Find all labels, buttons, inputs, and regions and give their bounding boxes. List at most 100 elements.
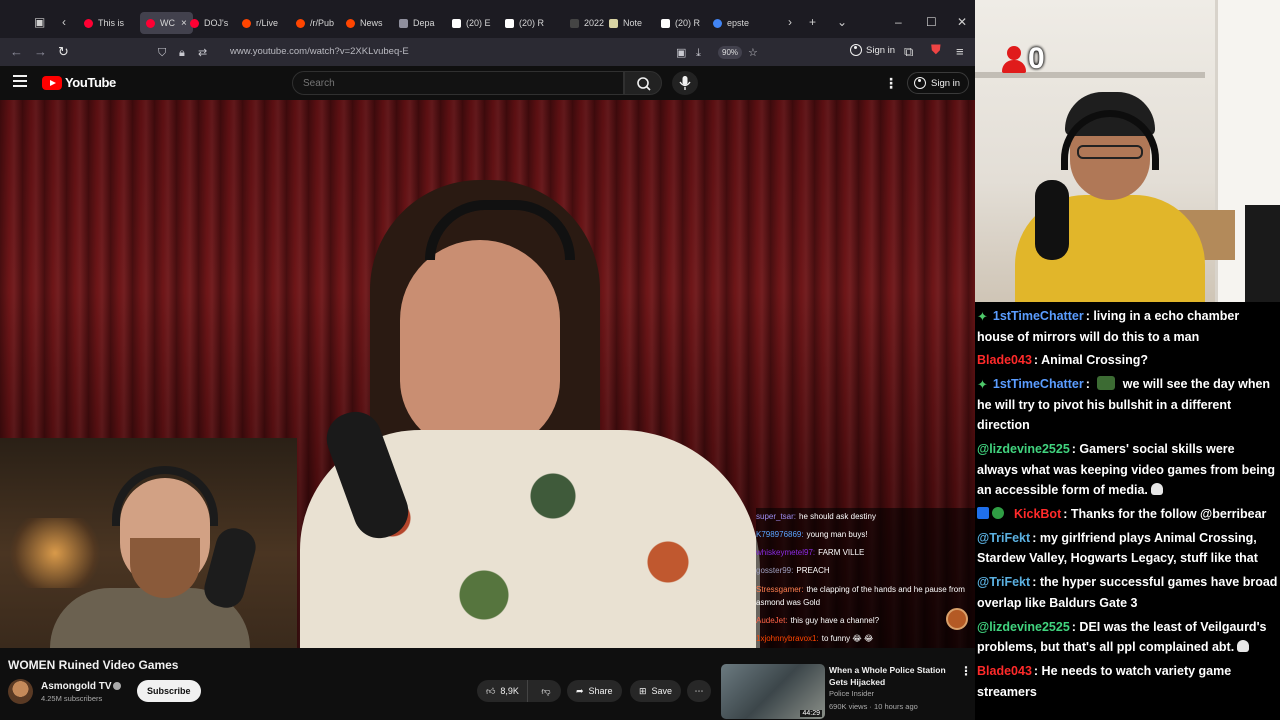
save-icon: ⊞: [639, 686, 647, 696]
scroll-tabs-left-icon[interactable]: ‹: [62, 14, 66, 30]
chat-username[interactable]: KickBot: [1014, 507, 1061, 521]
search-button[interactable]: [624, 71, 662, 95]
recommended-video-channel[interactable]: Police Insider: [829, 689, 874, 698]
x-icon: [661, 18, 670, 28]
browser-tab-label: /r/Pub: [310, 18, 335, 28]
chat-username[interactable]: 1stTimeChatter: [993, 309, 1084, 323]
ublock-icon[interactable]: ⛊: [931, 42, 941, 58]
first-time-chatter-badge-icon: ✦: [977, 377, 988, 393]
recommended-video-title[interactable]: When a Whole Police Station Gets Hijacke…: [829, 664, 949, 688]
chat-emote: [1097, 376, 1116, 391]
extensions-icon[interactable]: ⧉: [904, 44, 913, 60]
chat-text: :: [1085, 377, 1094, 392]
overlay-chat-username: 1xjohnnybravox1:: [756, 634, 819, 643]
chat-username[interactable]: @TriFekt: [977, 531, 1030, 545]
youtube-icon: [146, 18, 155, 28]
maximize-icon[interactable]: ☐: [926, 14, 937, 30]
minimize-icon[interactable]: –: [895, 14, 902, 30]
youtube-wordmark: YouTube: [65, 75, 116, 90]
list-tabs-icon[interactable]: ⌄: [837, 14, 847, 30]
channel-name[interactable]: Asmongold TV: [41, 681, 112, 692]
app-menu-icon[interactable]: ≡: [956, 44, 964, 60]
chat-username[interactable]: Blade043: [977, 664, 1032, 678]
overlay-chat-message: K798976869: young man buys!: [756, 526, 975, 544]
browser-tab[interactable]: (20) R: [505, 12, 544, 34]
browser-tab[interactable]: WC ×: [140, 12, 193, 34]
back-icon[interactable]: ←: [10, 44, 23, 60]
x-icon: [505, 18, 514, 28]
browser-tab[interactable]: /r/Pub: [296, 12, 334, 34]
chat-message: Blade043: He needs to watch variety game…: [977, 661, 1278, 702]
reload-icon[interactable]: ↻: [58, 44, 69, 60]
verified-badge-icon: [113, 682, 121, 690]
video-overlay-chat: super_tsar: he should ask destiny K7989768…: [756, 508, 975, 648]
close-tab-icon[interactable]: ×: [181, 18, 187, 29]
chat-username[interactable]: @lizdevine2525: [977, 620, 1070, 634]
save-button[interactable]: ⊞ Save: [630, 680, 682, 702]
browser-tab[interactable]: r/Live: [242, 12, 278, 34]
blank-icon: [570, 18, 579, 28]
browser-tab[interactable]: Note: [609, 12, 642, 34]
browser-tab-label: Depa: [413, 18, 435, 28]
browser-tab[interactable]: DOJ's: [190, 12, 228, 34]
voice-search-button[interactable]: [672, 71, 698, 95]
viewer-icon: [1002, 44, 1026, 74]
note-icon: [609, 18, 618, 28]
stream-sidebar: 0 ✦ 1stTimeChatter: living in a echo cham…: [975, 0, 1280, 720]
lock-icon[interactable]: 🔒︎: [179, 43, 185, 63]
video-player[interactable]: super_tsar: he should ask destiny K7989768…: [0, 100, 975, 648]
overlay-chat-username: whiskeymetel97:: [756, 548, 816, 557]
chat-username[interactable]: 1stTimeChatter: [993, 377, 1084, 391]
forward-icon[interactable]: →: [34, 44, 47, 60]
save-page-icon[interactable]: ⤓: [696, 43, 701, 63]
dislike-button[interactable]: 👎︎: [533, 680, 559, 702]
overlay-chat-text: PREACH: [796, 566, 830, 575]
url-text[interactable]: www.youtube.com/watch?v=2XKLvubeq-E: [230, 42, 409, 62]
settings-kebab-icon[interactable]: ⋮: [884, 75, 898, 91]
x-icon: [452, 18, 461, 28]
browser-tab[interactable]: This is: [84, 12, 124, 34]
youtube-logo[interactable]: YouTube: [42, 75, 116, 90]
browser-tab[interactable]: News: [346, 12, 383, 34]
browser-tab[interactable]: Depa: [399, 12, 435, 34]
youtube-signin-button[interactable]: Sign in: [907, 72, 970, 94]
recommended-video-meta: 690K views · 10 hours ago: [829, 702, 918, 711]
browser-tab-label: This is: [98, 18, 125, 28]
recommended-video-menu-icon[interactable]: ⋮: [960, 664, 972, 678]
chat-message: @lizdevine2525: Gamers' social skills we…: [977, 439, 1278, 501]
more-horizontal-icon: ⋯: [694, 686, 704, 696]
address-bar[interactable]: ⛉ 🔒︎ ⇄ www.youtube.com/watch?v=2XKLvubeq…: [152, 42, 772, 62]
bookmark-star-icon[interactable]: ☆: [748, 43, 758, 63]
browser-tab[interactable]: 2022: [570, 12, 604, 34]
chat-username[interactable]: @lizdevine2525: [977, 442, 1070, 456]
hamburger-menu-icon[interactable]: [13, 75, 27, 87]
like-button[interactable]: 👍︎ 8,9K: [477, 680, 528, 702]
zoom-level[interactable]: 90%: [718, 46, 743, 59]
overlay-chat-username: AudeJet:: [756, 616, 788, 625]
pip-icon[interactable]: ▣: [676, 43, 686, 63]
share-button[interactable]: ➦ Share: [567, 680, 622, 702]
browser-tab[interactable]: epste: [713, 12, 749, 34]
chat-username[interactable]: @TriFekt: [977, 575, 1030, 589]
overlay-chat-text: he should ask destiny: [799, 512, 876, 521]
skull-emoji-icon: [1150, 483, 1163, 496]
overlay-chat-message: super_tsar: he should ask destiny: [756, 508, 975, 526]
tab-overview-icon[interactable]: ▣: [34, 14, 45, 30]
subscribe-button[interactable]: Subscribe: [137, 680, 201, 702]
browser-tab[interactable]: (20) R: [661, 12, 700, 34]
more-actions-button[interactable]: ⋯: [687, 680, 711, 702]
chat-username[interactable]: Blade043: [977, 353, 1032, 367]
permissions-icon[interactable]: ⇄: [198, 43, 207, 63]
search-icon: [637, 77, 651, 91]
recommended-video-thumbnail[interactable]: 44:29: [721, 664, 825, 719]
close-window-icon[interactable]: ✕: [957, 14, 967, 30]
scroll-tabs-right-icon[interactable]: ›: [788, 14, 792, 30]
tracking-shield-icon[interactable]: ⛉: [158, 43, 166, 63]
firefox-account-button[interactable]: Sign in: [850, 44, 895, 56]
chat-text: : Animal Crossing?: [1033, 353, 1149, 368]
new-tab-icon[interactable]: +: [809, 14, 816, 30]
search-input[interactable]: [303, 72, 603, 94]
browser-tab-label: 2022: [584, 18, 605, 28]
browser-tab[interactable]: (20) E: [452, 12, 491, 34]
channel-avatar[interactable]: [8, 679, 33, 704]
